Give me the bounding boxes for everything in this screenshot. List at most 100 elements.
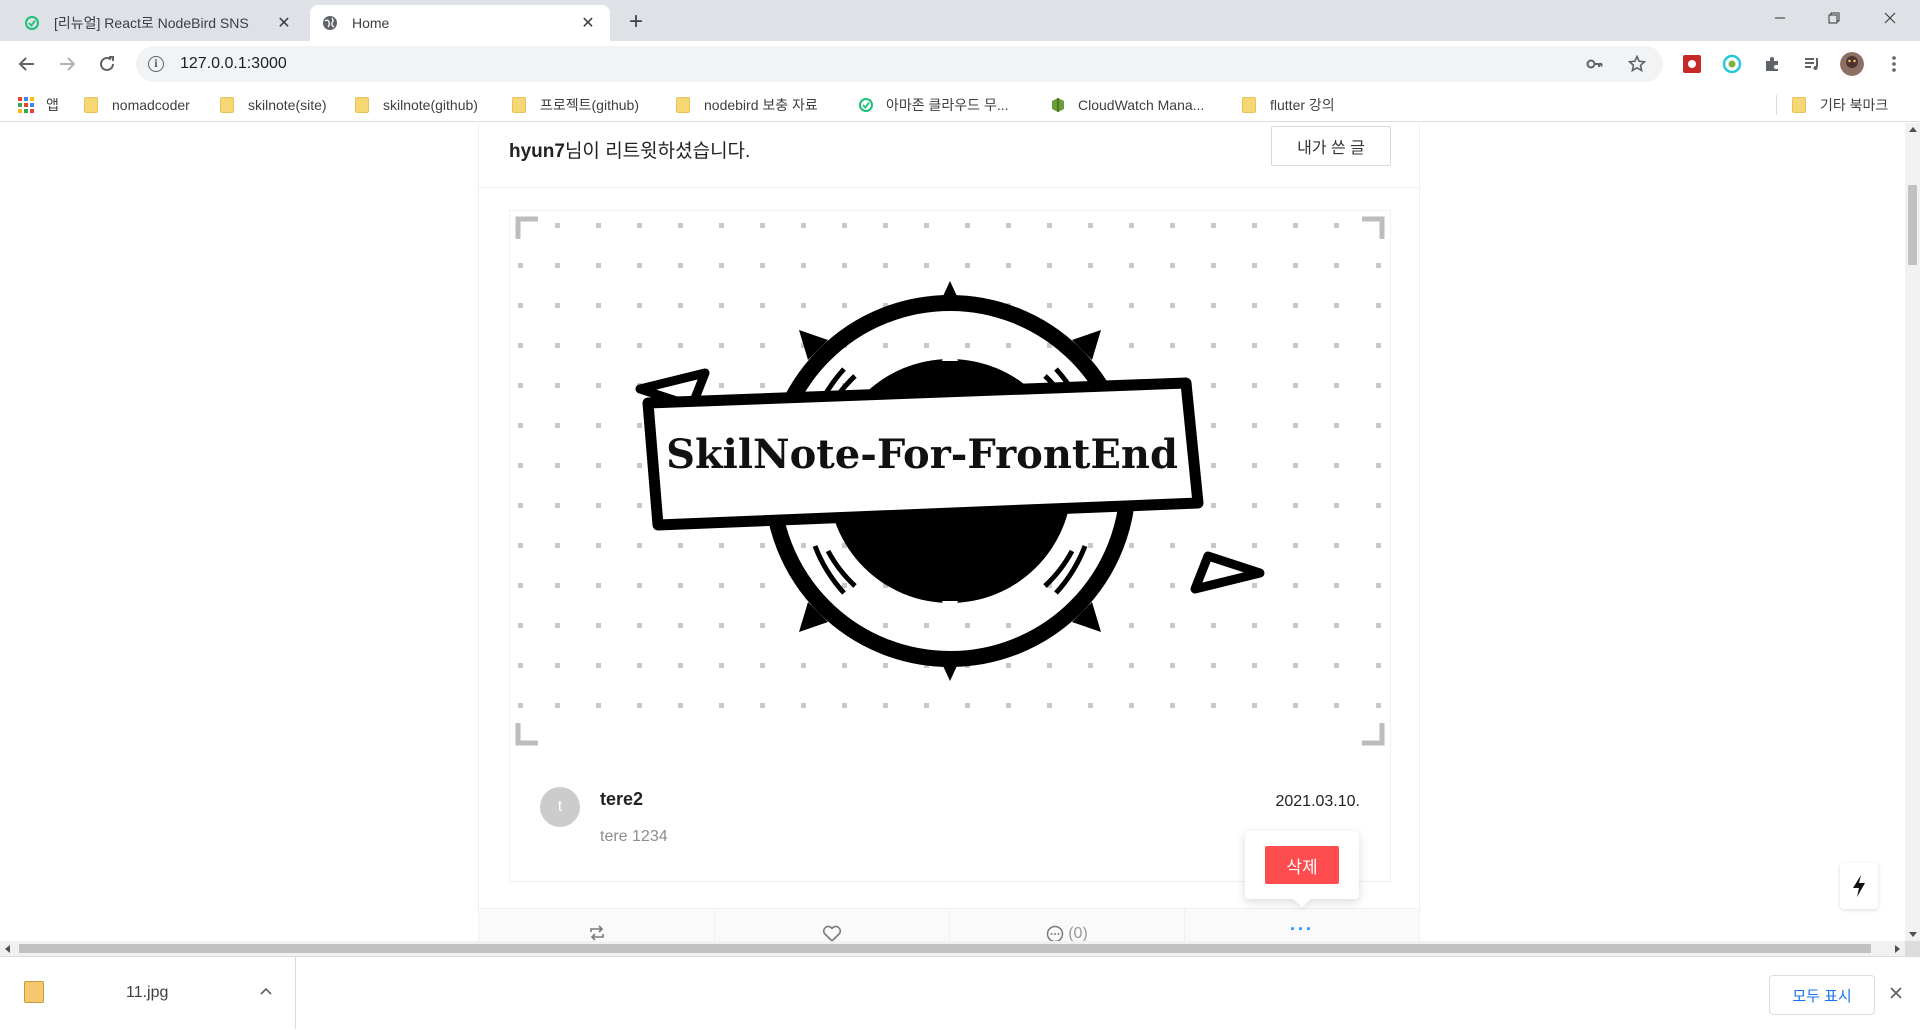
- more-button[interactable]: ···: [1184, 909, 1419, 941]
- back-button[interactable]: [13, 50, 41, 78]
- bookmark-other-bookmarks[interactable]: 기타 북마크: [1792, 93, 1888, 117]
- bookmark-label: 아마존 클라우드 무...: [886, 97, 1009, 113]
- more-popover: 삭제: [1245, 831, 1359, 899]
- aws-icon: [1050, 97, 1066, 113]
- horizontal-scrollbar[interactable]: [0, 941, 1905, 956]
- scroll-down-icon[interactable]: [1909, 932, 1917, 937]
- image-file-icon: [24, 981, 44, 1003]
- tab-title: Home: [352, 15, 390, 31]
- comment-button[interactable]: (0): [949, 909, 1184, 941]
- apps-grid-icon: [18, 97, 34, 113]
- bookmark-star-icon[interactable]: [1625, 52, 1649, 76]
- folder-icon: [676, 97, 690, 113]
- comment-count: (0): [1068, 925, 1088, 941]
- scroll-up-icon[interactable]: [1909, 127, 1917, 132]
- bookmark-flutter[interactable]: flutter 강의: [1242, 93, 1335, 117]
- tab-title: [리뉴얼] React로 NodeBird SNS: [54, 15, 249, 31]
- horizontal-scroll-thumb[interactable]: [19, 944, 1871, 953]
- bookmark-label: nomadcoder: [112, 97, 190, 113]
- forward-button[interactable]: [53, 50, 81, 78]
- folder-icon: [512, 97, 526, 113]
- folder-icon: [355, 97, 369, 113]
- retweet-notice: hyun7님이 리트윗하셨습니다.: [509, 136, 750, 163]
- media-queue-icon[interactable]: [1800, 52, 1824, 76]
- close-window-button[interactable]: [1862, 0, 1918, 36]
- bookmark-project-github[interactable]: 프로젝트(github): [512, 93, 639, 117]
- scroll-right-icon[interactable]: [1895, 945, 1900, 953]
- bookmarks-bar: 앱 nomadcoder skilnote(site) skilnote(git…: [0, 87, 1920, 122]
- retweet-button[interactable]: [479, 909, 714, 941]
- chevron-up-icon[interactable]: [256, 979, 276, 1003]
- heart-icon: [822, 925, 842, 941]
- retweet-user: hyun7: [509, 141, 565, 162]
- retweet-icon: [589, 925, 604, 941]
- bookmarks-divider: [1776, 95, 1777, 115]
- extension-teal-icon[interactable]: [1720, 52, 1744, 76]
- bookmark-apps[interactable]: 앱: [18, 93, 59, 117]
- extensions-puzzle-icon[interactable]: [1760, 52, 1784, 76]
- logo-text: SkilNote-For-FrontEnd: [666, 431, 1178, 478]
- like-button[interactable]: [714, 909, 949, 941]
- reload-button[interactable]: [93, 50, 121, 78]
- restore-button[interactable]: [1806, 0, 1862, 36]
- address-bar[interactable]: i 127.0.0.1:3000: [136, 46, 1663, 82]
- new-tab-button[interactable]: +: [622, 8, 650, 36]
- post-image[interactable]: SkilNote-For-FrontEnd: [510, 211, 1390, 751]
- profile-avatar-icon[interactable]: [1840, 52, 1864, 76]
- post-card: hyun7님이 리트윗하셨습니다. 내가 쓴 글 SkilNote-For-Fr…: [478, 123, 1420, 941]
- show-all-button[interactable]: 모두 표시: [1769, 975, 1875, 1015]
- post-actions: (0) ···: [479, 908, 1419, 941]
- bookmark-aws-course[interactable]: 아마존 클라우드 무...: [858, 93, 1009, 117]
- tab-close-icon[interactable]: ✕: [578, 13, 598, 33]
- key-icon[interactable]: [1583, 52, 1607, 76]
- author-name[interactable]: tere2: [600, 789, 643, 810]
- bookmark-label: flutter 강의: [1270, 97, 1335, 113]
- download-item[interactable]: 11.jpg: [0, 957, 296, 1029]
- bookmark-skilnote-site[interactable]: skilnote(site): [220, 93, 327, 117]
- retweet-header: hyun7님이 리트윗하셨습니다. 내가 쓴 글: [479, 123, 1419, 188]
- bookmark-cloudwatch[interactable]: CloudWatch Mana...: [1050, 93, 1204, 117]
- my-posts-button[interactable]: 내가 쓴 글: [1271, 126, 1391, 166]
- delete-button[interactable]: 삭제: [1265, 846, 1339, 884]
- logo-badge: SkilNote-For-FrontEnd: [635, 281, 1265, 681]
- lightning-icon[interactable]: [1840, 863, 1878, 909]
- bookmark-label: 기타 북마크: [1820, 97, 1889, 113]
- folder-icon: [1792, 97, 1806, 113]
- scrollbar-corner: [1905, 941, 1920, 956]
- bookmark-nomadcoder[interactable]: nomadcoder: [84, 93, 190, 117]
- comment-icon: [1046, 925, 1064, 941]
- folder-icon: [84, 97, 98, 113]
- scroll-left-icon[interactable]: [5, 945, 10, 953]
- bookmark-label: nodebird 보충 자료: [704, 97, 818, 113]
- minimize-button[interactable]: [1752, 0, 1808, 36]
- bookmark-label: 프로젝트(github): [540, 97, 639, 113]
- page-viewport: hyun7님이 리트윗하셨습니다. 내가 쓴 글 SkilNote-For-Fr…: [0, 123, 1905, 941]
- tab-close-icon[interactable]: ✕: [274, 13, 294, 33]
- retweeted-post: SkilNote-For-FrontEnd t tere2 tere 1234 …: [509, 210, 1391, 882]
- globe-icon: [322, 15, 338, 31]
- vertical-scroll-thumb[interactable]: [1908, 185, 1917, 265]
- tab-home[interactable]: Home ✕: [310, 5, 610, 41]
- vertical-scrollbar[interactable]: [1905, 123, 1920, 941]
- post-content: tere 1234: [600, 828, 668, 845]
- inflearn-icon: [24, 15, 40, 31]
- retweet-suffix: 님이 리트윗하셨습니다.: [564, 141, 751, 162]
- bookmark-label: CloudWatch Mana...: [1078, 97, 1205, 113]
- avatar[interactable]: t: [540, 787, 580, 827]
- download-file-name: 11.jpg: [126, 984, 169, 1001]
- browser-toolbar: i 127.0.0.1:3000: [0, 41, 1920, 87]
- folder-icon: [220, 97, 234, 113]
- site-info-icon[interactable]: i: [148, 56, 164, 72]
- post-date: 2021.03.10.: [1275, 793, 1360, 810]
- bookmark-label: 앱: [46, 97, 59, 113]
- bookmark-nodebird-resources[interactable]: nodebird 보충 자료: [676, 93, 818, 117]
- inflearn-icon: [858, 97, 874, 113]
- folder-icon: [1242, 97, 1256, 113]
- close-icon[interactable]: [1884, 981, 1908, 1005]
- tab-nodebird-course[interactable]: [리뉴얼] React로 NodeBird SNS ✕: [12, 5, 306, 41]
- bookmark-skilnote-github[interactable]: skilnote(github): [355, 93, 478, 117]
- bookmark-label: skilnote(github): [383, 97, 478, 113]
- chrome-menu-icon[interactable]: [1882, 52, 1906, 76]
- tab-strip: [리뉴얼] React로 NodeBird SNS ✕ Home ✕ +: [0, 0, 1920, 41]
- extension-red-icon[interactable]: [1680, 52, 1704, 76]
